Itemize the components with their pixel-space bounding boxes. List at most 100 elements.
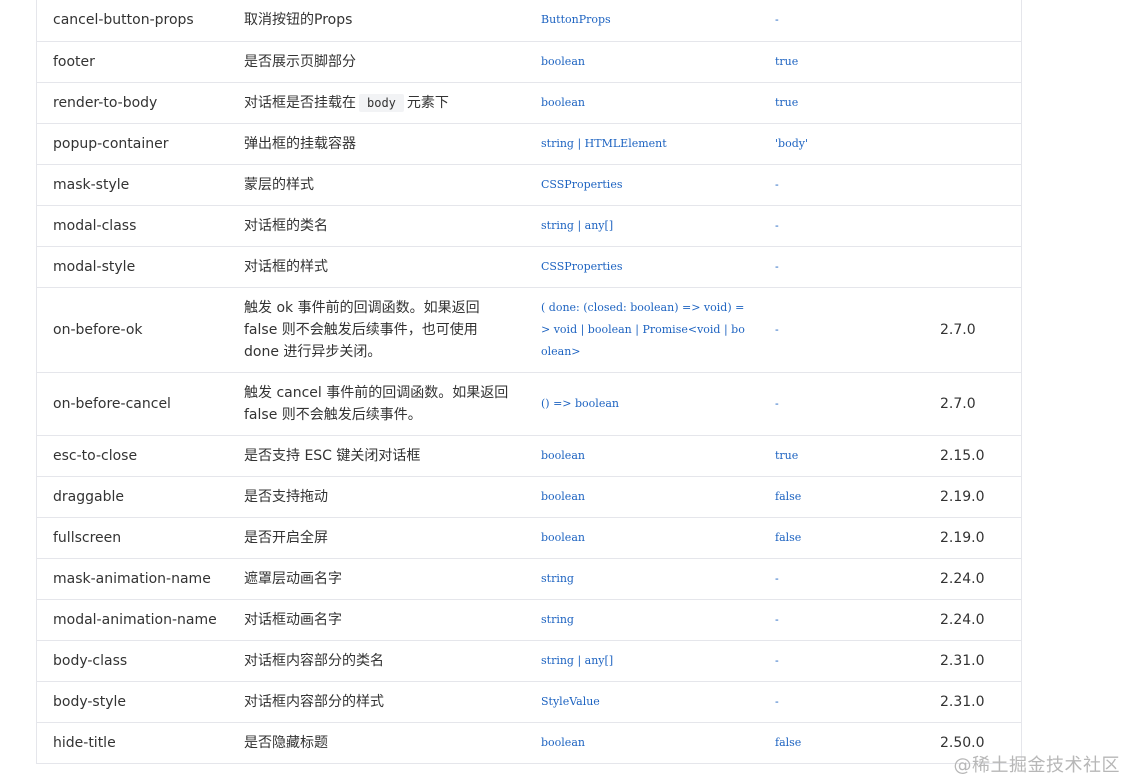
prop-name: draggable bbox=[53, 488, 124, 505]
prop-name: on-before-cancel bbox=[53, 395, 171, 412]
prop-version: 2.31.0 bbox=[940, 652, 985, 669]
table-row: mask-animation-name 遮罩层动画名字 string - 2.2… bbox=[37, 558, 1021, 599]
prop-default: 'body' bbox=[775, 136, 808, 150]
prop-name: modal-style bbox=[53, 258, 136, 275]
table-row: body-class 对话框内容部分的类名 string | any[] - 2… bbox=[37, 640, 1021, 681]
prop-type: string | any[] bbox=[541, 653, 614, 667]
prop-version: 2.31.0 bbox=[940, 693, 985, 710]
table-row: modal-animation-name 对话框动画名字 string - 2.… bbox=[37, 599, 1021, 640]
prop-type: string | HTMLElement bbox=[541, 136, 667, 150]
prop-type: boolean bbox=[541, 448, 585, 462]
prop-description: 是否隐藏标题 bbox=[244, 734, 328, 751]
prop-default: - bbox=[775, 322, 779, 336]
prop-name: mask-animation-name bbox=[53, 570, 211, 587]
prop-version: 2.15.0 bbox=[940, 447, 985, 464]
prop-type: boolean bbox=[541, 530, 585, 544]
prop-default: - bbox=[775, 177, 779, 191]
prop-name: fullscreen bbox=[53, 529, 122, 546]
props-table-container: cancel-button-props 取消按钮的Props ButtonPro… bbox=[36, 0, 1022, 764]
table-row: on-before-ok 触发 ok 事件前的回调函数。如果返回 false 则… bbox=[37, 287, 1021, 372]
prop-description: 是否支持拖动 bbox=[244, 488, 328, 505]
watermark: @稀土掘金技术社区 bbox=[953, 755, 1120, 776]
inline-code: body bbox=[359, 93, 404, 112]
prop-description: 是否开启全屏 bbox=[244, 529, 328, 546]
desc-text-pre: 对话框是否挂载在 bbox=[244, 94, 356, 111]
table-row: body-style 对话框内容部分的样式 StyleValue - 2.31.… bbox=[37, 681, 1021, 722]
prop-name: on-before-ok bbox=[53, 321, 143, 338]
prop-description: 蒙层的样式 bbox=[244, 176, 314, 193]
prop-name: popup-container bbox=[53, 135, 169, 152]
prop-name: body-style bbox=[53, 693, 127, 710]
prop-default: - bbox=[775, 13, 779, 27]
prop-version: 2.19.0 bbox=[940, 529, 985, 546]
prop-default: true bbox=[775, 95, 799, 109]
table-row: hide-title 是否隐藏标题 boolean false 2.50.0 bbox=[37, 722, 1021, 763]
api-doc-page: cancel-button-props 取消按钮的Props ButtonPro… bbox=[0, 0, 1126, 781]
prop-version: 2.19.0 bbox=[940, 488, 985, 505]
prop-description: 对话框内容部分的样式 bbox=[244, 693, 384, 710]
prop-description: 是否支持 ESC 键关闭对话框 bbox=[244, 447, 421, 464]
prop-default: true bbox=[775, 448, 799, 462]
prop-version bbox=[920, 246, 1021, 287]
table-row: modal-class 对话框的类名 string | any[] - bbox=[37, 205, 1021, 246]
prop-version: 2.7.0 bbox=[940, 321, 976, 338]
prop-name: modal-animation-name bbox=[53, 611, 217, 628]
prop-description: 触发 ok 事件前的回调函数。如果返回 false 则不会触发后续事件，也可使用… bbox=[244, 299, 480, 360]
prop-default: false bbox=[775, 530, 802, 544]
prop-name: footer bbox=[53, 53, 95, 70]
prop-description: 对话框的类名 bbox=[244, 217, 328, 234]
prop-default: false bbox=[775, 489, 802, 503]
prop-type: boolean bbox=[541, 489, 585, 503]
prop-description: 对话框内容部分的类名 bbox=[244, 652, 384, 669]
prop-name: esc-to-close bbox=[53, 447, 138, 464]
prop-type: () => boolean bbox=[541, 396, 619, 410]
prop-description: 对话框动画名字 bbox=[244, 611, 342, 628]
prop-description: 弹出框的挂载容器 bbox=[244, 135, 356, 152]
prop-version: 2.24.0 bbox=[940, 570, 985, 587]
prop-name: modal-class bbox=[53, 217, 137, 234]
prop-name: hide-title bbox=[53, 734, 116, 751]
prop-version: 2.24.0 bbox=[940, 611, 985, 628]
table-row: esc-to-close 是否支持 ESC 键关闭对话框 boolean tru… bbox=[37, 435, 1021, 476]
table-row: on-before-cancel 触发 cancel 事件前的回调函数。如果返回… bbox=[37, 372, 1021, 435]
prop-type: string | any[] bbox=[541, 218, 614, 232]
table-row: popup-container 弹出框的挂载容器 string | HTMLEl… bbox=[37, 123, 1021, 164]
table-row: cancel-button-props 取消按钮的Props ButtonPro… bbox=[37, 0, 1021, 41]
prop-default: false bbox=[775, 735, 802, 749]
prop-description: 对话框的样式 bbox=[244, 258, 328, 275]
prop-type: boolean bbox=[541, 54, 585, 68]
prop-type: string bbox=[541, 612, 574, 626]
table-row: fullscreen 是否开启全屏 boolean false 2.19.0 bbox=[37, 517, 1021, 558]
prop-version bbox=[920, 205, 1021, 246]
table-row: modal-style 对话框的样式 CSSProperties - bbox=[37, 246, 1021, 287]
prop-description: 遮罩层动画名字 bbox=[244, 570, 342, 587]
prop-type: CSSProperties bbox=[541, 177, 623, 191]
prop-default: true bbox=[775, 54, 799, 68]
prop-type: boolean bbox=[541, 95, 585, 109]
prop-version bbox=[920, 164, 1021, 205]
prop-name: cancel-button-props bbox=[53, 12, 194, 29]
desc-text-post: 元素下 bbox=[406, 94, 449, 111]
prop-version: 2.7.0 bbox=[940, 395, 976, 412]
prop-default: - bbox=[775, 694, 779, 708]
prop-name: body-class bbox=[53, 652, 128, 669]
prop-type: ( done: (closed: boolean) => void) => vo… bbox=[541, 300, 745, 358]
prop-type: StyleValue bbox=[541, 694, 600, 708]
prop-type: boolean bbox=[541, 735, 585, 749]
prop-default: - bbox=[775, 653, 779, 667]
prop-default: - bbox=[775, 571, 779, 585]
prop-name: mask-style bbox=[53, 176, 130, 193]
prop-description: 触发 cancel 事件前的回调函数。如果返回 false 则不会触发后续事件。 bbox=[244, 384, 509, 423]
prop-version bbox=[920, 82, 1021, 123]
prop-version bbox=[920, 41, 1021, 82]
table-row: mask-style 蒙层的样式 CSSProperties - bbox=[37, 164, 1021, 205]
prop-type: string bbox=[541, 571, 574, 585]
prop-type: CSSProperties bbox=[541, 259, 623, 273]
prop-default: - bbox=[775, 612, 779, 626]
prop-version bbox=[920, 0, 1021, 41]
table-row: footer 是否展示页脚部分 boolean true bbox=[37, 41, 1021, 82]
prop-default: - bbox=[775, 218, 779, 232]
prop-version bbox=[920, 123, 1021, 164]
table-row: draggable 是否支持拖动 boolean false 2.19.0 bbox=[37, 476, 1021, 517]
prop-name: render-to-body bbox=[53, 94, 158, 111]
